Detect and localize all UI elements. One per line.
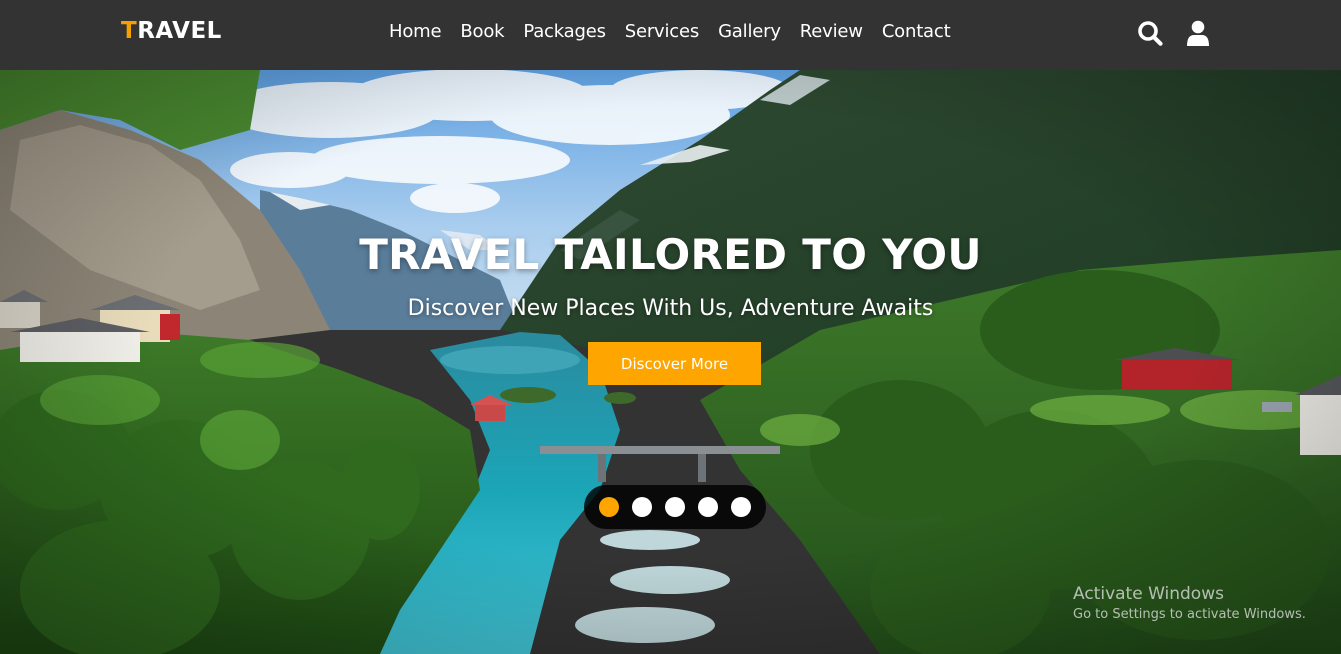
brand-logo-accent: T <box>121 18 138 44</box>
slide-dot-5[interactable] <box>731 497 751 517</box>
nav-link-review[interactable]: Review <box>800 21 863 42</box>
slide-dot-3[interactable] <box>665 497 685 517</box>
hero-subtitle: Discover New Places With Us, Adventure A… <box>407 296 934 321</box>
discover-more-button[interactable]: Discover More <box>588 342 761 385</box>
search-icon[interactable] <box>1137 19 1163 47</box>
slide-dot-4[interactable] <box>698 497 718 517</box>
slide-dot-2[interactable] <box>632 497 652 517</box>
nav-link-gallery[interactable]: Gallery <box>718 21 781 42</box>
activate-windows-title: Activate Windows <box>1073 584 1224 604</box>
nav-link-packages[interactable]: Packages <box>523 21 606 42</box>
nav-icons <box>1137 19 1211 47</box>
activate-windows-watermark: Activate Windows Go to Settings to activ… <box>1073 584 1306 622</box>
hero-title: TRAVEL TAILORED TO YOU <box>359 230 982 279</box>
user-icon[interactable] <box>1185 19 1211 47</box>
hero-section: TRAVEL TAILORED TO YOU Discover New Plac… <box>0 70 1341 654</box>
slider-pagination <box>584 485 766 529</box>
main-nav: Home Book Packages Services Gallery Revi… <box>389 21 951 42</box>
nav-link-home[interactable]: Home <box>389 21 442 42</box>
nav-link-contact[interactable]: Contact <box>882 21 951 42</box>
slide-dot-1[interactable] <box>599 497 619 517</box>
nav-link-services[interactable]: Services <box>625 21 700 42</box>
brand-logo-text: RAVEL <box>137 18 222 44</box>
nav-link-book[interactable]: Book <box>460 21 504 42</box>
navbar: TRAVEL Home Book Packages Services Galle… <box>0 0 1341 70</box>
activate-windows-subtitle: Go to Settings to activate Windows. <box>1073 607 1306 622</box>
brand-logo[interactable]: TRAVEL <box>121 18 222 44</box>
